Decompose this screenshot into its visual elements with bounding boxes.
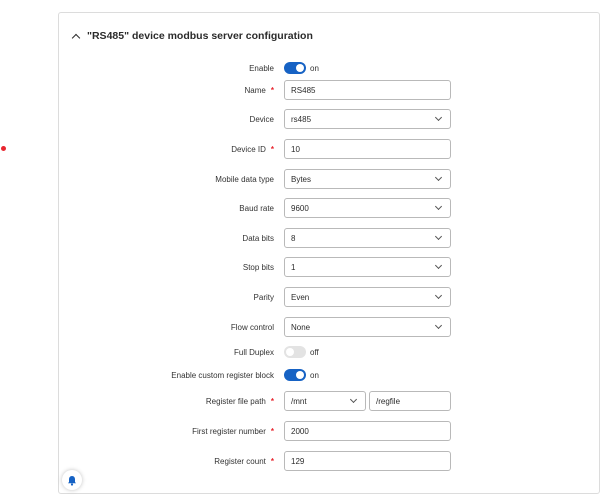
enable-label: Enable <box>249 63 274 73</box>
register-mount-select[interactable]: /mnt <box>284 391 366 411</box>
row-device: Device rs485 <box>59 109 599 129</box>
config-panel: "RS485" device modbus server configurati… <box>58 12 600 494</box>
row-stop-bits: Stop bits 1 <box>59 257 599 277</box>
mobile-data-type-select[interactable]: Bytes <box>284 169 451 189</box>
row-flow-control: Flow control None <box>59 317 599 337</box>
page-title: "RS485" device modbus server configurati… <box>87 30 313 42</box>
row-mobile-data-type: Mobile data type Bytes <box>59 169 599 189</box>
row-data-bits: Data bits 8 <box>59 228 599 248</box>
chevron-down-icon <box>434 232 443 241</box>
stop-bits-select[interactable]: 1 <box>284 257 451 277</box>
row-enable: Enable on <box>59 58 599 78</box>
full-duplex-label: Full Duplex <box>233 347 274 357</box>
baud-rate-select[interactable]: 9600 <box>284 198 451 218</box>
enable-toggle[interactable] <box>284 62 306 74</box>
device-label: Device <box>249 114 274 124</box>
row-full-duplex: Full Duplex off <box>59 342 599 362</box>
parity-select[interactable]: Even <box>284 287 451 307</box>
chevron-down-icon <box>434 321 443 330</box>
row-custom-register-block: Enable custom register block on <box>59 365 599 385</box>
row-parity: Parity Even <box>59 287 599 307</box>
data-bits-select[interactable]: 8 <box>284 228 451 248</box>
flow-control-label: Flow control <box>230 322 274 332</box>
register-file-input[interactable]: /regfile <box>369 391 451 411</box>
first-register-number-input[interactable]: 2000 <box>284 421 451 441</box>
device-id-input[interactable]: 10 <box>284 139 451 159</box>
device-id-label: Device ID * <box>231 144 274 154</box>
chevron-up-icon[interactable] <box>71 33 81 42</box>
custom-register-block-toggle[interactable] <box>284 369 306 381</box>
register-file-path-label: Register file path * <box>205 396 274 406</box>
chevron-down-icon <box>434 261 443 270</box>
enable-state: on <box>310 63 319 73</box>
register-count-input[interactable]: 129 <box>284 451 451 471</box>
data-bits-label: Data bits <box>242 233 274 243</box>
stop-bits-label: Stop bits <box>242 262 274 272</box>
chevron-down-icon <box>434 113 443 122</box>
bell-icon <box>68 475 76 486</box>
flow-control-select[interactable]: None <box>284 317 451 337</box>
chevron-down-icon <box>434 202 443 211</box>
row-name: Name * RS485 <box>59 80 599 100</box>
chevron-down-icon <box>434 291 443 300</box>
device-select[interactable]: rs485 <box>284 109 451 129</box>
status-dot <box>1 146 6 151</box>
name-input[interactable]: RS485 <box>284 80 451 100</box>
row-first-register-number: First register number * 2000 <box>59 421 599 441</box>
register-count-label: Register count * <box>214 456 274 466</box>
chevron-down-icon <box>434 173 443 182</box>
notifications-button[interactable] <box>62 470 82 490</box>
parity-label: Parity <box>253 292 274 302</box>
full-duplex-toggle[interactable] <box>284 346 306 358</box>
custom-register-block-label: Enable custom register block <box>171 370 274 380</box>
baud-rate-label: Baud rate <box>239 203 274 213</box>
name-label: Name * <box>244 85 274 95</box>
row-register-count: Register count * 129 <box>59 451 599 471</box>
full-duplex-state: off <box>310 347 319 357</box>
chevron-down-icon <box>349 395 358 404</box>
first-register-number-label: First register number * <box>192 426 274 436</box>
custom-register-block-state: on <box>310 370 319 380</box>
row-baud-rate: Baud rate 9600 <box>59 198 599 218</box>
row-register-file-path: Register file path * /mnt /regfile <box>59 391 599 411</box>
section-header[interactable]: "RS485" device modbus server configurati… <box>71 30 313 42</box>
mobile-data-type-label: Mobile data type <box>215 174 274 184</box>
row-device-id: Device ID * 10 <box>59 139 599 159</box>
